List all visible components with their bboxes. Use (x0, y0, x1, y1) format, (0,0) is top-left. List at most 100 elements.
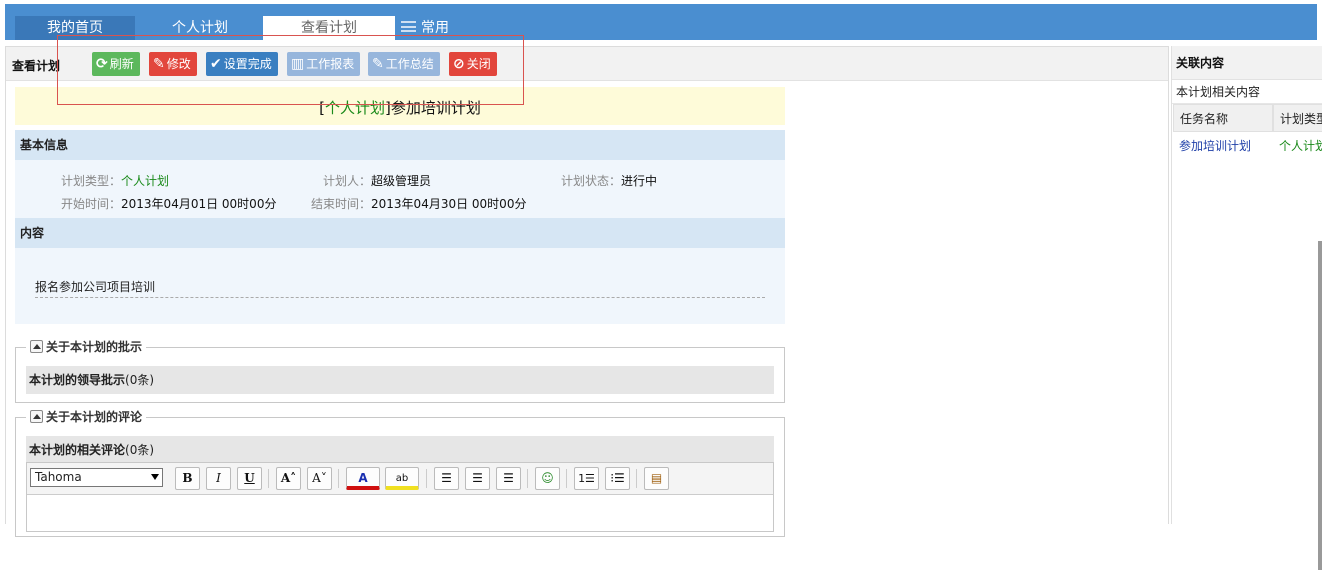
font-color-button[interactable]: A (346, 467, 380, 490)
related-column-task: 任务名称 (1173, 104, 1273, 132)
content-body: 报名参加公司项目培训 (15, 248, 785, 324)
basic-info-header: 基本信息 (15, 130, 785, 160)
main-panel: 查看计划 ⟳ 刷新 ✎ 修改 ✔ 设置完成 ▥ 工作报表 ✎ 工作总结 ⊘ 关闭 [个人计划… (5, 46, 1169, 537)
toolbar-separator (527, 469, 528, 488)
highlight-color-button[interactable]: ab (385, 467, 419, 490)
approval-header-label: 本计划的领导批示 (29, 373, 126, 387)
comments-section: 关于本计划的评论 本计划的相关评论(0条) Tahoma B I U A˄ A˅… (15, 409, 785, 537)
comment-editor: Tahoma B I U A˄ A˅ A ab ☰ ☰ ☰ ☺ 1☰ ⁝☰ ▤ (26, 462, 774, 532)
tab-personal-plan-label: 个人计划 (172, 20, 228, 36)
related-title: 关联内容 (1172, 46, 1322, 80)
set-done-label: 设置完成 (223, 57, 272, 71)
refresh-label: 刷新 (109, 57, 134, 71)
comments-header-label: 本计划的相关评论 (29, 443, 126, 457)
menu-icon (401, 20, 416, 32)
related-task-link[interactable]: 参加培训计划 (1173, 132, 1273, 160)
toolbar-separator (338, 469, 339, 488)
work-summary-label: 工作总结 (385, 57, 434, 71)
refresh-icon: ⟳ (96, 56, 108, 72)
check-icon: ✔ (210, 56, 222, 72)
plan-type-field: 计划类型：个人计划 (61, 172, 169, 189)
emoticon-button[interactable]: ☺ (535, 467, 560, 490)
set-done-button[interactable]: ✔ 设置完成 (206, 52, 278, 76)
edit-source-button[interactable]: ▤ (644, 467, 669, 490)
comments-legend[interactable]: 关于本计划的评论 (26, 409, 147, 425)
status-label: 计划状态： (561, 174, 622, 188)
toolbar-separator (268, 469, 269, 488)
start-time-label: 开始时间： (61, 197, 122, 211)
tab-personal-plan[interactable]: 个人计划 (135, 16, 265, 40)
work-report-label: 工作报表 (306, 57, 355, 71)
font-family-value: Tahoma (35, 470, 82, 484)
align-left-button[interactable]: ☰ (434, 467, 459, 490)
planner-value: 超级管理员 (371, 174, 432, 188)
refresh-button[interactable]: ⟳ 刷新 (92, 52, 140, 76)
tab-strip: 我的首页 个人计划 查看计划 常用 (5, 4, 1317, 40)
plan-type-label: 计划类型： (61, 174, 122, 188)
bar-chart-icon: ▥ (291, 56, 305, 72)
work-summary-button[interactable]: ✎ 工作总结 (368, 52, 440, 76)
tab-home[interactable]: 我的首页 (15, 16, 135, 40)
related-panel: 关联内容 本计划相关内容 任务名称 计划类型 参加培训计划 个人计划 (1171, 46, 1322, 570)
approval-count: (0条) (125, 373, 155, 387)
top-bar: 我的首页 个人计划 查看计划 常用 (0, 0, 1322, 40)
comments-count: (0条) (125, 443, 155, 457)
align-right-button[interactable]: ☰ (496, 467, 521, 490)
approval-legend[interactable]: 关于本计划的批示 (26, 339, 147, 355)
underline-button[interactable]: U (237, 467, 262, 490)
pencil-icon: ✎ (372, 56, 384, 72)
align-center-button[interactable]: ☰ (465, 467, 490, 490)
plan-title: [个人计划]参加培训计划 (15, 97, 785, 118)
toolbar-separator (566, 469, 567, 488)
toolbar-separator (636, 469, 637, 488)
toolbar-separator (426, 469, 427, 488)
planner-field: 计划人：超级管理员 (323, 172, 431, 189)
bold-button[interactable]: B (175, 467, 200, 490)
collapse-icon[interactable] (30, 410, 43, 423)
work-report-button[interactable]: ▥ 工作报表 (287, 52, 361, 76)
unordered-list-button[interactable]: ⁝☰ (605, 467, 630, 490)
end-time-label: 结束时间： (311, 197, 372, 211)
plan-title-bar: [个人计划]参加培训计划 (15, 87, 785, 125)
status-value: 进行中 (621, 174, 658, 188)
tab-home-label: 我的首页 (47, 20, 103, 36)
edit-button[interactable]: ✎ 修改 (149, 52, 197, 76)
start-time-value: 2013年04月01日 00时00分 (121, 197, 277, 211)
status-field: 计划状态：进行中 (561, 172, 657, 189)
italic-button[interactable]: I (206, 467, 231, 490)
start-time-field: 开始时间：2013年04月01日 00时00分 (61, 195, 276, 212)
end-time-value: 2013年04月30日 00时00分 (371, 197, 527, 211)
basic-info-body: 计划类型：个人计划 计划人：超级管理员 计划状态：进行中 开始时间：2013年0… (15, 160, 785, 218)
font-family-select[interactable]: Tahoma (30, 468, 163, 487)
close-button[interactable]: ⊘ 关闭 (449, 52, 497, 76)
planner-label: 计划人： (323, 174, 372, 188)
approval-section: 关于本计划的批示 本计划的领导批示(0条) (15, 339, 785, 403)
font-size-increase-button[interactable]: A˄ (276, 467, 301, 490)
close-label: 关闭 (466, 57, 491, 71)
scrollbar[interactable] (1318, 241, 1322, 570)
comments-legend-label: 关于本计划的评论 (46, 410, 143, 424)
tab-view-plan[interactable]: 查看计划 (263, 16, 395, 40)
content-header: 内容 (15, 218, 785, 248)
toolbar: 查看计划 ⟳ 刷新 ✎ 修改 ✔ 设置完成 ▥ 工作报表 ✎ 工作总结 ⊘ 关闭 (6, 47, 1168, 81)
content-text: 报名参加公司项目培训 (35, 278, 765, 298)
plan-title-type: 个人计划 (324, 99, 385, 117)
toolbar-title: 查看计划 (12, 59, 61, 73)
ordered-list-button[interactable]: 1☰ (574, 467, 599, 490)
font-size-decrease-button[interactable]: A˅ (307, 467, 332, 490)
close-icon: ⊘ (453, 56, 465, 72)
pencil-icon: ✎ (153, 56, 165, 72)
comments-header: 本计划的相关评论(0条) (26, 436, 774, 464)
related-subtitle: 本计划相关内容 (1172, 80, 1322, 104)
plan-title-name: 参加培训计划 (390, 99, 481, 117)
tab-common[interactable]: 常用 (401, 16, 501, 40)
plan-type-value: 个人计划 (121, 174, 170, 188)
collapse-icon[interactable] (30, 340, 43, 353)
end-time-field: 结束时间：2013年04月30日 00时00分 (311, 195, 526, 212)
tab-common-label: 常用 (421, 20, 449, 36)
related-column-type: 计划类型 (1273, 104, 1322, 132)
editor-toolbar: Tahoma B I U A˄ A˅ A ab ☰ ☰ ☰ ☺ 1☰ ⁝☰ ▤ (27, 463, 773, 495)
related-type-value: 个人计划 (1279, 139, 1322, 153)
tab-view-plan-label: 查看计划 (301, 20, 357, 36)
approval-legend-label: 关于本计划的批示 (46, 340, 143, 354)
